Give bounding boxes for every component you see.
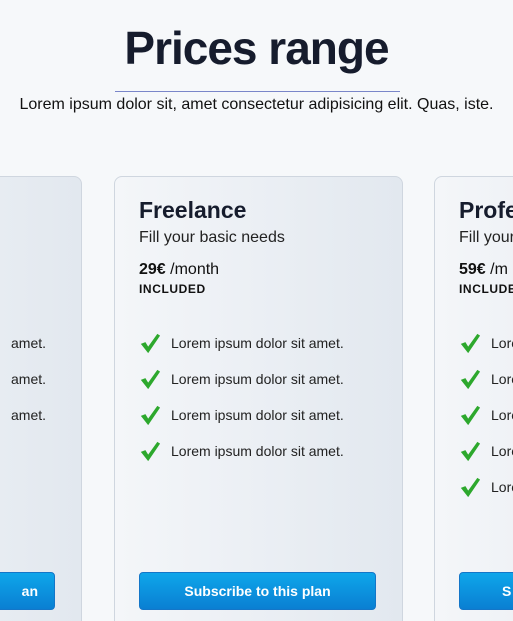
feature-text: Lore xyxy=(491,479,513,495)
included-label: INCLUDED xyxy=(139,282,206,296)
feature-list: Lore Lore Lore Lore Lore xyxy=(459,325,513,505)
feature-item: Lore xyxy=(459,433,513,469)
checkmark-icon xyxy=(140,369,161,390)
feature-text: Lorem ipsum dolor sit amet. xyxy=(171,371,344,387)
feature-text: Lore xyxy=(491,407,513,423)
feature-item: Lorem ipsum dolor sit amet. xyxy=(139,433,344,469)
feature-item: Lorem ipsum dolor sit amet. xyxy=(139,325,344,361)
price-period: /month xyxy=(170,261,220,278)
feature-text: amet. xyxy=(11,407,47,423)
feature-item: amet. xyxy=(11,397,46,433)
feature-item: Lore xyxy=(459,397,513,433)
subscribe-button[interactable]: Subscribe to this plan xyxy=(139,572,376,610)
checkmark-icon xyxy=(460,369,481,390)
feature-item: amet. xyxy=(11,325,46,361)
checkmark-icon xyxy=(460,441,481,462)
plan-description: Fill your basic needs xyxy=(139,229,285,246)
page-subtitle: Lorem ipsum dolor sit, amet consectetur … xyxy=(19,96,494,113)
subscribe-button[interactable]: S xyxy=(459,572,513,610)
pricing-card-freelance: Freelance Fill your basic needs 29€ /mon… xyxy=(114,176,403,621)
plan-name: Profe xyxy=(459,197,513,223)
price-amount: 59€ xyxy=(459,261,486,278)
checkmark-icon xyxy=(140,441,161,462)
feature-text: Lore xyxy=(491,443,513,459)
subscribe-button[interactable]: an xyxy=(0,572,55,610)
pricing-card-professional: Profe Fill your 59€ /m INCLUDE Lore Lore… xyxy=(434,176,513,621)
title-underline xyxy=(115,91,400,92)
pricing-page: Prices range Lorem ipsum dolor sit, amet… xyxy=(0,0,513,621)
feature-item: Lore xyxy=(459,325,513,361)
page-title: Prices range xyxy=(124,22,389,74)
plan-price: 29€ /month xyxy=(139,261,219,279)
feature-list: amet. amet. amet. xyxy=(11,325,46,433)
plan-price: 59€ /m xyxy=(459,261,508,279)
feature-text: amet. xyxy=(11,335,47,351)
checkmark-icon xyxy=(140,405,161,426)
feature-text: amet. xyxy=(11,371,47,387)
feature-item: amet. xyxy=(11,361,46,397)
checkmark-icon xyxy=(460,405,481,426)
feature-text: Lorem ipsum dolor sit amet. xyxy=(171,443,344,459)
plan-name: Freelance xyxy=(139,197,247,223)
price-amount: 29€ xyxy=(139,261,166,278)
included-label: INCLUDE xyxy=(459,282,513,296)
checkmark-icon xyxy=(460,477,481,498)
price-period: /m xyxy=(490,261,508,278)
feature-item: Lore xyxy=(459,469,513,505)
feature-text: Lore xyxy=(491,335,513,351)
checkmark-icon xyxy=(140,333,161,354)
plan-description: Fill your xyxy=(459,229,513,246)
feature-list: Lorem ipsum dolor sit amet. Lorem ipsum … xyxy=(139,325,344,469)
feature-item: Lore xyxy=(459,361,513,397)
checkmark-icon xyxy=(460,333,481,354)
feature-text: Lorem ipsum dolor sit amet. xyxy=(171,407,344,423)
feature-item: Lorem ipsum dolor sit amet. xyxy=(139,361,344,397)
feature-text: Lorem ipsum dolor sit amet. xyxy=(171,335,344,351)
feature-text: Lore xyxy=(491,371,513,387)
feature-item: Lorem ipsum dolor sit amet. xyxy=(139,397,344,433)
pricing-card-left: amet. amet. amet. an xyxy=(0,176,82,621)
